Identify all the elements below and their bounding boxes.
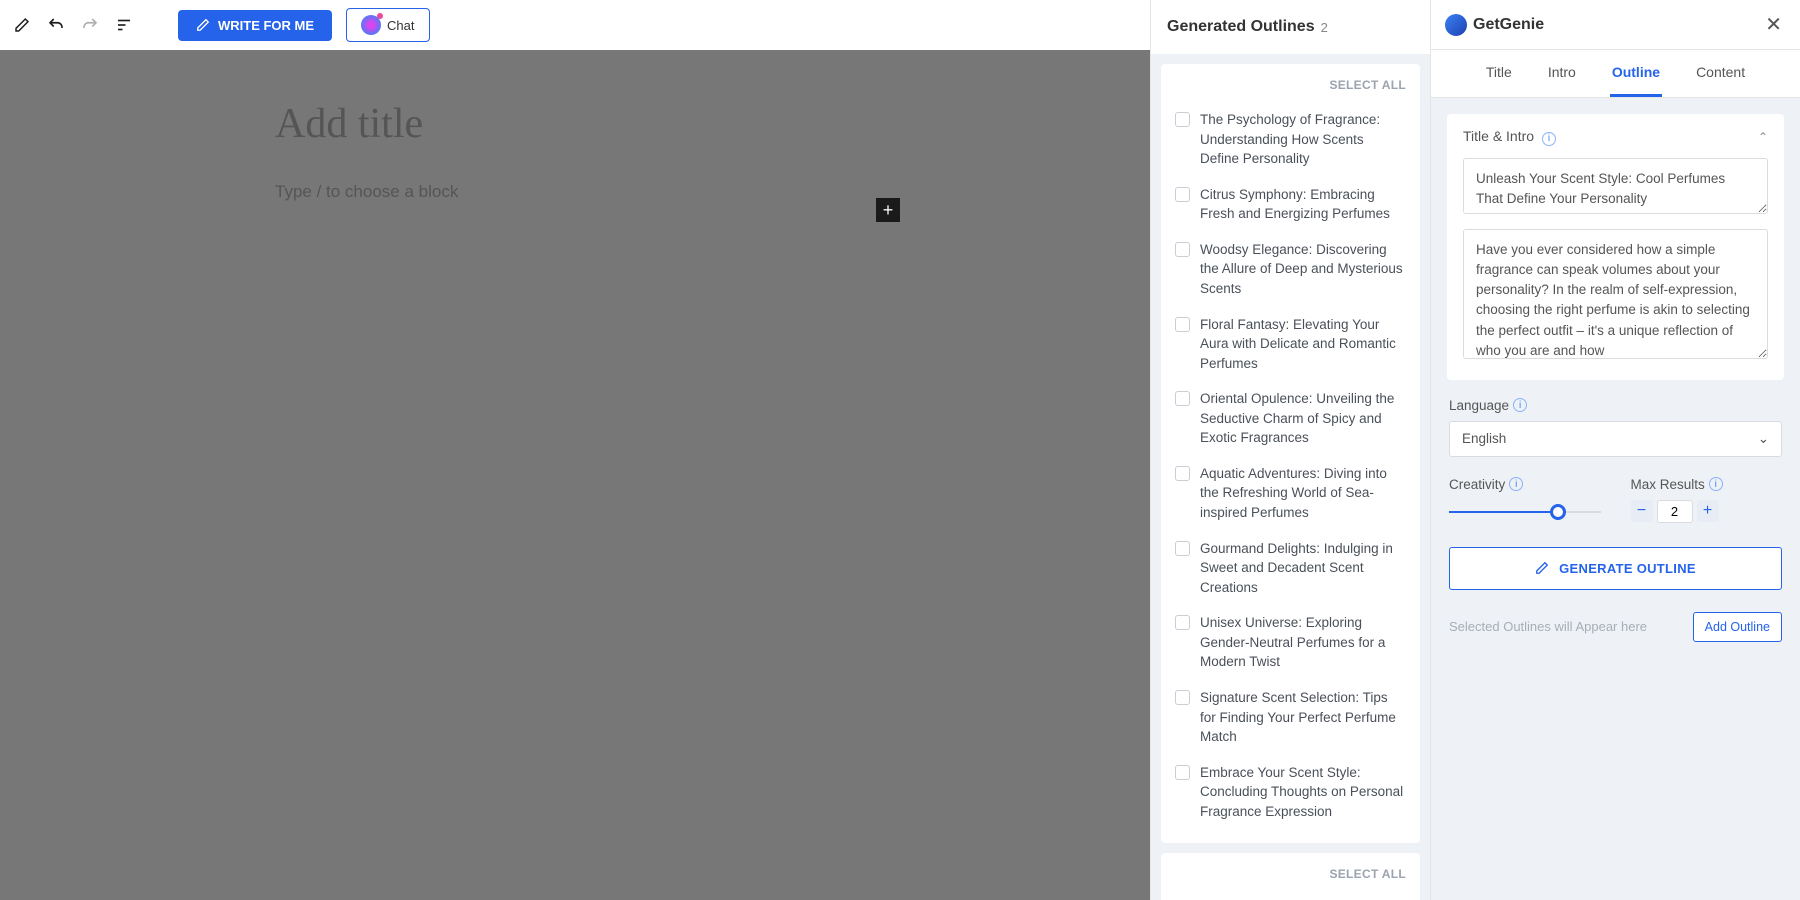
add-outline-button[interactable]: Add Outline [1693,612,1782,642]
intro-textarea[interactable] [1463,229,1768,359]
checkbox[interactable] [1175,112,1190,127]
undo-icon[interactable] [46,15,66,35]
outline-item[interactable]: Unisex Universe: Exploring Gender-Neutra… [1175,605,1406,680]
max-results-stepper: − + [1631,500,1783,523]
chevron-down-icon: ⌄ [1758,431,1769,447]
outline-item[interactable]: The Psychology of Fragrance: Understandi… [1175,102,1406,177]
details-icon[interactable] [114,15,134,35]
checkbox[interactable] [1175,690,1190,705]
checkbox[interactable] [1175,391,1190,406]
checkbox[interactable] [1175,187,1190,202]
post-title-input[interactable]: Add title [275,100,875,148]
checkbox[interactable] [1175,615,1190,630]
genie-logo: GetGenie [1445,14,1544,36]
outlines-panel: Generated Outlines 2 SELECT ALL The Psyc… [1150,0,1430,900]
language-label: Language i [1449,398,1782,413]
outline-set-1: SELECT ALL The Psychology of Fragrance: … [1161,64,1420,843]
chat-button[interactable]: Chat [346,8,429,42]
language-select[interactable]: English ⌄ [1449,421,1782,457]
redo-icon[interactable] [80,15,100,35]
max-results-value[interactable] [1657,500,1693,523]
write-for-me-button[interactable]: WRITE FOR ME [178,10,332,41]
tab-outline[interactable]: Outline [1610,50,1662,97]
edit-icon[interactable] [12,15,32,35]
genie-body: Title & Intro i ⌃ Language i English ⌄ C… [1431,98,1800,900]
outline-item[interactable]: Gourmand Delights: Indulging in Sweet an… [1175,531,1406,606]
creativity-label: Creativity i [1449,477,1601,492]
checkbox[interactable] [1175,765,1190,780]
outlines-count: 2 [1321,20,1328,35]
title-intro-section: Title & Intro i ⌃ [1447,114,1784,380]
section-title: Title & Intro i [1463,128,1556,146]
info-icon[interactable]: i [1513,398,1527,412]
chat-avatar-icon [361,15,381,35]
info-icon[interactable]: i [1542,132,1556,146]
outline-item[interactable]: Citrus Symphony: Embracing Fresh and Ene… [1175,177,1406,232]
genie-logo-icon [1445,14,1467,36]
tab-intro[interactable]: Intro [1546,50,1578,97]
outline-item[interactable]: Floral Fantasy: Elevating Your Aura with… [1175,307,1406,382]
max-results-label: Max Results i [1631,477,1783,492]
outline-item[interactable]: Embrace Your Scent Style: Concluding Tho… [1175,755,1406,830]
generate-outline-button[interactable]: GENERATE OUTLINE [1449,547,1782,590]
select-all-button[interactable]: SELECT ALL [1175,78,1406,92]
tab-content[interactable]: Content [1694,50,1747,97]
outline-item[interactable]: Woodsy Elegance: Discovering the Allure … [1175,232,1406,307]
editor-area: WRITE FOR ME Chat Add title Type / to ch… [0,0,1150,900]
checkbox[interactable] [1175,317,1190,332]
tab-title[interactable]: Title [1484,50,1514,97]
editor-canvas[interactable]: Add title Type / to choose a block + [0,50,1150,900]
info-icon[interactable]: i [1509,477,1523,491]
creativity-slider[interactable] [1449,502,1601,522]
checkbox[interactable] [1175,242,1190,257]
genie-tabs: Title Intro Outline Content [1431,50,1800,98]
outlines-header: Generated Outlines 2 [1151,0,1430,54]
selected-outlines-placeholder: Selected Outlines will Appear here [1449,619,1647,634]
checkbox[interactable] [1175,541,1190,556]
outlines-list[interactable]: SELECT ALL The Psychology of Fragrance: … [1151,54,1430,900]
outline-item[interactable]: Aquatic Adventures: Diving into the Refr… [1175,456,1406,531]
stepper-minus[interactable]: − [1631,500,1653,522]
genie-header: GetGenie ✕ [1431,0,1800,50]
title-input[interactable] [1463,158,1768,214]
outline-item[interactable]: Oriental Opulence: Unveiling the Seducti… [1175,381,1406,456]
block-placeholder[interactable]: Type / to choose a block [275,182,875,202]
outline-item[interactable]: Discovering the Essence of [1175,891,1406,900]
select-all-button[interactable]: SELECT ALL [1175,867,1406,881]
getgenie-panel: GetGenie ✕ Title Intro Outline Content T… [1430,0,1800,900]
chevron-up-icon[interactable]: ⌃ [1758,130,1768,144]
checkbox[interactable] [1175,466,1190,481]
info-icon[interactable]: i [1709,477,1723,491]
write-for-me-label: WRITE FOR ME [218,18,314,33]
chat-label: Chat [387,18,414,33]
outline-set-2: SELECT ALL Discovering the Essence of [1161,853,1420,900]
stepper-plus[interactable]: + [1697,500,1719,522]
outline-item[interactable]: Signature Scent Selection: Tips for Find… [1175,680,1406,755]
close-icon[interactable]: ✕ [1761,8,1786,41]
add-block-button[interactable]: + [876,198,900,222]
main-toolbar: WRITE FOR ME Chat [0,0,1150,50]
